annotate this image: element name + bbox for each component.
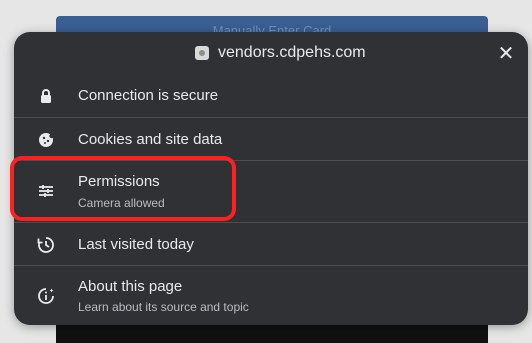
history-icon	[36, 235, 56, 255]
cookies-site-data-row[interactable]: Cookies and site data	[14, 117, 528, 160]
site-favicon-icon	[195, 46, 209, 60]
about-page-row[interactable]: About this page Learn about its source a…	[14, 265, 528, 326]
last-visited-row[interactable]: Last visited today	[14, 222, 528, 265]
connection-secure-label: Connection is secure	[78, 87, 219, 104]
last-visited-label: Last visited today	[78, 236, 194, 253]
close-button[interactable]: ✕	[494, 42, 518, 66]
about-page-subtitle: Learn about its source and topic	[78, 300, 249, 314]
permissions-highlight-box	[10, 156, 236, 221]
cookie-icon	[36, 130, 56, 150]
popup-header: vendors.cdpehs.com ✕	[14, 32, 528, 74]
connection-secure-row[interactable]: Connection is secure	[14, 74, 528, 116]
screen: Manually Enter Card vendors.cdpehs.com ✕…	[0, 0, 532, 343]
info-sparkle-icon	[36, 286, 56, 306]
close-icon: ✕	[497, 43, 515, 65]
about-page-label: About this page	[78, 278, 183, 295]
site-domain-title: vendors.cdpehs.com	[218, 44, 366, 61]
lock-icon	[36, 86, 56, 106]
cookies-site-data-label: Cookies and site data	[78, 131, 223, 148]
